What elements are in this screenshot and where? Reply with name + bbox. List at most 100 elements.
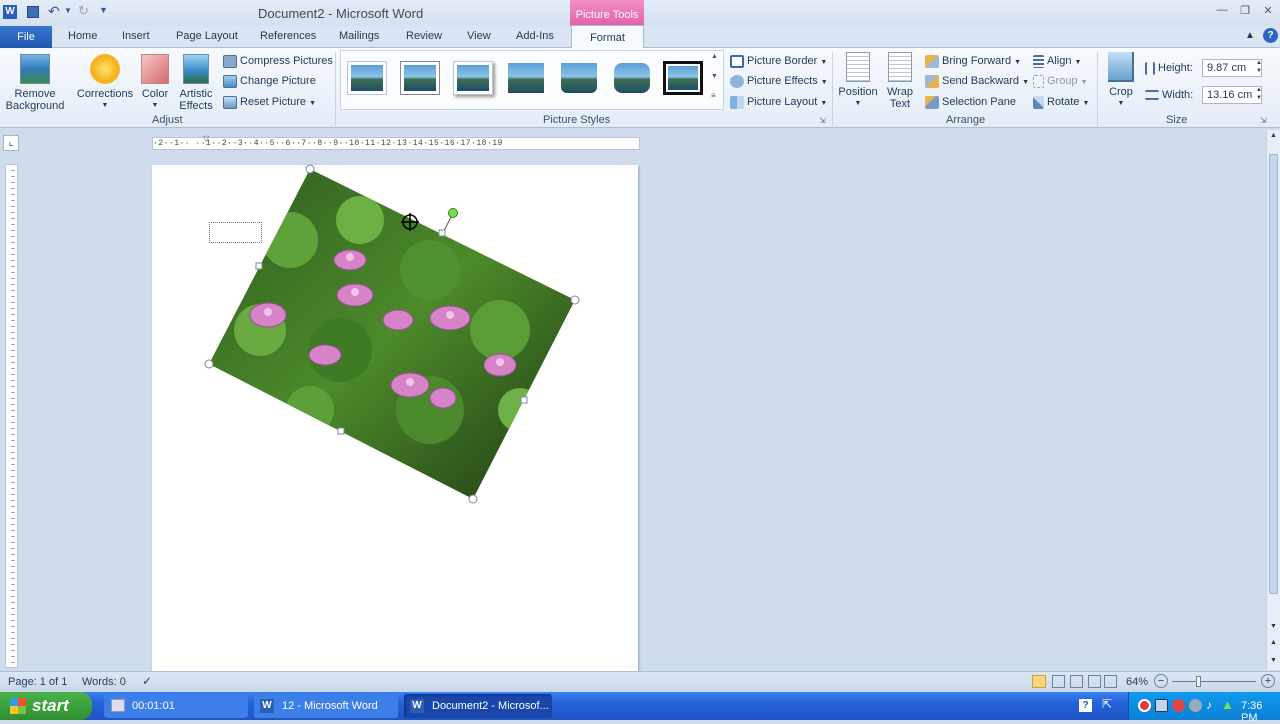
word-count[interactable]: Words: 0 — [82, 676, 126, 688]
restore-icon[interactable]: ❐ — [1235, 4, 1255, 20]
network-tray-icon[interactable] — [1155, 699, 1168, 712]
zoom-slider-track[interactable] — [1172, 681, 1256, 682]
tab-mailings[interactable]: Mailings — [339, 30, 379, 42]
change-picture-button[interactable]: Change Picture — [223, 73, 316, 89]
undo-icon[interactable]: ↶ — [48, 3, 60, 20]
artistic-effects-icon — [183, 54, 209, 84]
minimize-icon[interactable]: — — [1212, 4, 1232, 20]
picture-effects-button[interactable]: Picture Effects ▼ — [730, 73, 828, 89]
align-icon — [1033, 54, 1044, 68]
antivirus-tray-icon[interactable] — [1172, 699, 1185, 712]
chevron-down-icon: ▼ — [820, 79, 828, 86]
tab-home[interactable]: Home — [68, 30, 97, 42]
indent-marker-icon[interactable]: ▽ — [203, 134, 209, 143]
selection-pane-button[interactable]: Selection Pane — [925, 94, 1016, 110]
vertical-ruler[interactable] — [5, 164, 18, 668]
size-dialog-launcher-icon[interactable]: ⇲ — [1260, 116, 1267, 125]
volume-tray-icon[interactable]: ♪ — [1206, 698, 1212, 712]
picture-styles-gallery: ▲ ▼ ≡ — [340, 50, 724, 110]
taskbar-item-timer[interactable]: 00:01:01 — [104, 694, 248, 718]
minimize-ribbon-icon[interactable]: ▲ — [1245, 30, 1255, 41]
outline-view-icon[interactable] — [1088, 675, 1101, 688]
zoom-level[interactable]: 64% — [1126, 676, 1148, 688]
tray-icon-4[interactable] — [1189, 699, 1202, 712]
align-button[interactable]: Align ▼ — [1033, 53, 1081, 69]
picture-style-7[interactable] — [663, 61, 703, 95]
gallery-more-icon[interactable]: ≡ — [711, 91, 716, 100]
width-field[interactable]: 13.16 cm — [1202, 86, 1262, 104]
zoom-out-icon[interactable]: − — [1154, 674, 1168, 688]
bring-forward-button[interactable]: Bring Forward ▼ — [925, 53, 1021, 69]
taskbar-item-document2[interactable]: W Document2 - Microsof... — [404, 694, 552, 718]
picture-style-3[interactable] — [453, 61, 493, 95]
web-layout-icon[interactable] — [1070, 675, 1083, 688]
proofing-icon[interactable]: ✓ — [142, 674, 152, 688]
artistic-effects-button[interactable]: Artistic Effects — [175, 54, 217, 112]
chevron-down-icon: ▼ — [101, 102, 109, 109]
vertical-scrollbar[interactable]: ▲ ▼ ▲ ▼ — [1266, 130, 1280, 670]
customize-quick-access-icon[interactable]: ▼ — [99, 5, 108, 15]
height-spinner-icon[interactable]: ▲ ▼ — [1256, 59, 1262, 75]
picture-style-2[interactable] — [400, 61, 440, 95]
reset-picture-button[interactable]: Reset Picture ▼ — [223, 94, 316, 110]
record-tray-icon[interactable] — [1138, 699, 1151, 712]
picture-style-1[interactable] — [347, 61, 387, 95]
page-count[interactable]: Page: 1 of 1 — [8, 676, 67, 688]
scroll-down-icon[interactable]: ▼ — [1270, 623, 1277, 630]
picture-style-6[interactable] — [612, 61, 652, 95]
tab-view[interactable]: View — [467, 30, 491, 42]
height-field[interactable]: 9.87 cm — [1202, 59, 1262, 77]
zoom-in-icon[interactable]: + — [1261, 674, 1275, 688]
scroll-up-icon[interactable]: ▲ — [1267, 132, 1280, 139]
previous-page-icon[interactable]: ▲ — [1270, 639, 1277, 646]
rotate-button[interactable]: Rotate ▼ — [1033, 94, 1089, 110]
tray-expand-icon[interactable]: ⇱ — [1102, 697, 1112, 711]
start-button[interactable]: start — [0, 692, 92, 720]
send-backward-button[interactable]: Send Backward ▼ — [925, 73, 1029, 89]
gallery-scroll-up-icon[interactable]: ▲ — [711, 53, 718, 60]
color-button[interactable]: Color ▼ — [138, 54, 172, 112]
warning-tray-icon[interactable]: ▲ — [1221, 697, 1234, 712]
compress-pictures-button[interactable]: Compress Pictures — [223, 53, 333, 69]
next-page-icon[interactable]: ▼ — [1270, 657, 1277, 664]
wrap-text-button[interactable]: Wrap Text — [882, 52, 918, 110]
taskbar-item-word-group[interactable]: W 12 - Microsoft Word — [254, 694, 398, 718]
clock[interactable]: 7:36 PM — [1241, 700, 1280, 724]
rotation-handle[interactable] — [448, 208, 458, 218]
position-button[interactable]: Position ▼ — [836, 52, 880, 110]
tab-insert[interactable]: Insert — [122, 30, 150, 42]
redo-icon[interactable]: ↻ — [78, 3, 89, 19]
picture-style-5[interactable] — [559, 61, 599, 95]
width-spinner-icon[interactable]: ▲ ▼ — [1256, 86, 1262, 102]
tab-file[interactable]: File — [0, 26, 52, 48]
picture-style-4[interactable] — [506, 61, 546, 95]
print-layout-view-icon[interactable] — [1032, 675, 1046, 688]
tab-review[interactable]: Review — [406, 30, 442, 42]
picture-border-button[interactable]: Picture Border ▼ — [730, 53, 827, 69]
full-screen-reading-icon[interactable] — [1052, 675, 1065, 688]
tab-format[interactable]: Format — [571, 25, 644, 49]
tab-references[interactable]: References — [260, 30, 316, 42]
crop-button[interactable]: Crop ▼ — [1102, 52, 1140, 110]
picture-styles-dialog-launcher-icon[interactable]: ⇲ — [819, 116, 826, 125]
corrections-button[interactable]: Corrections ▼ — [76, 54, 134, 112]
horizontal-ruler[interactable]: ·2··1·· ··1··2··3··4··5··6··7··8··9··10·… — [152, 137, 640, 150]
save-icon[interactable] — [27, 6, 39, 18]
gallery-scroll-down-icon[interactable]: ▼ — [711, 73, 718, 80]
remove-background-button[interactable]: Remove Background — [4, 54, 66, 112]
zoom-slider-thumb[interactable] — [1196, 676, 1201, 687]
windows-logo-icon — [10, 698, 26, 714]
group-button[interactable]: Group ▼ — [1033, 73, 1088, 89]
word-app-icon[interactable]: W — [3, 5, 17, 19]
tab-page-layout[interactable]: Page Layout — [176, 30, 238, 42]
close-icon[interactable]: ✕ — [1258, 4, 1278, 20]
undo-dropdown-icon[interactable]: ▼ — [64, 6, 72, 15]
help-tray-icon[interactable]: ? — [1079, 699, 1092, 712]
scroll-thumb[interactable] — [1269, 154, 1278, 594]
picture-layout-button[interactable]: Picture Layout ▼ — [730, 94, 827, 110]
draft-view-icon[interactable] — [1104, 675, 1117, 688]
tab-selector-icon[interactable]: ⌞ — [3, 135, 19, 151]
selected-picture[interactable] — [200, 160, 590, 505]
tab-add-ins[interactable]: Add-Ins — [516, 30, 554, 42]
help-icon[interactable]: ? — [1263, 28, 1278, 43]
